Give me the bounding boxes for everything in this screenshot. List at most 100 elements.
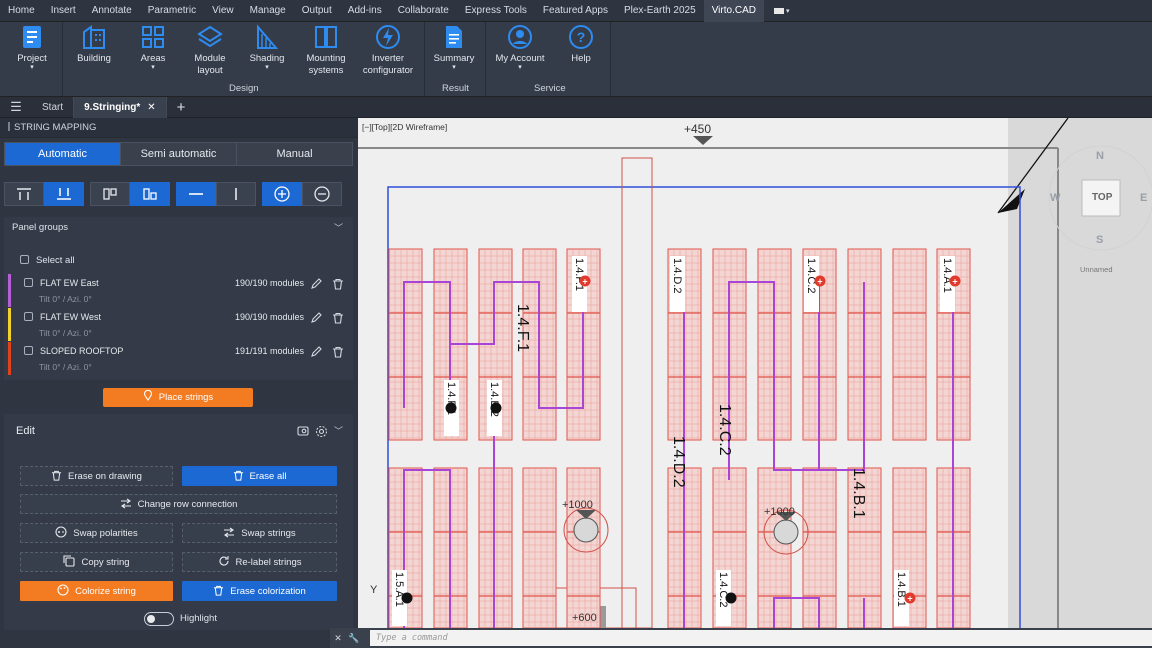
polarity-marker-icon[interactable]: +	[579, 275, 591, 287]
swap-strings-button[interactable]: Swap strings	[182, 523, 337, 543]
cad-viewport[interactable]: 1.4.F.1 1.4.F.1 1.4.F.1 1.4.E.2 1.4.D.2 1.4.D…	[358, 118, 1152, 628]
panel-groups-header[interactable]: Panel groups ﹀	[4, 217, 353, 239]
polarity-marker-icon[interactable]: +	[949, 275, 961, 287]
align-left-button[interactable]	[90, 182, 130, 206]
chevron-down-icon[interactable]: ﹀	[334, 414, 343, 448]
summary-button[interactable]: Summary ▾	[432, 24, 476, 71]
trash-icon[interactable]	[332, 345, 344, 363]
inverter-configurator-button[interactable]: Inverter configurator	[360, 24, 416, 77]
string-label[interactable]: 1.4.B.1	[850, 468, 867, 519]
language-flag-icon[interactable]: ▾	[773, 6, 796, 16]
erase-all-button[interactable]: Erase all	[182, 466, 337, 486]
menu-express-tools[interactable]: Express Tools	[457, 0, 535, 22]
areas-button[interactable]: Areas ▾	[136, 24, 170, 71]
relabel-strings-button[interactable]: Re-label strings	[182, 552, 337, 572]
align-top-button[interactable]	[4, 182, 44, 206]
string-label[interactable]: 1.4.F.1	[514, 304, 531, 352]
menu-virto-cad[interactable]: Virto.CAD	[703, 0, 764, 22]
vertical-button[interactable]	[216, 182, 256, 206]
menu-icon[interactable]: ☰	[0, 99, 32, 115]
pv-module-column[interactable]	[522, 467, 557, 628]
menu-insert[interactable]: Insert	[43, 0, 84, 22]
group-checkbox[interactable]	[24, 278, 33, 287]
select-all-row[interactable]: Select all	[20, 255, 75, 266]
wrench-icon[interactable]: 🔧	[346, 633, 362, 644]
ucs-label[interactable]: Unnamed	[1080, 265, 1113, 274]
horizontal-button[interactable]	[176, 182, 216, 206]
remove-button[interactable]	[302, 182, 342, 206]
shading-button[interactable]: Shading ▾	[248, 24, 286, 71]
gear-icon[interactable]	[315, 425, 328, 438]
viewcube-top[interactable]: TOP	[1092, 192, 1112, 203]
string-label[interactable]: 1.4.D.2	[670, 256, 685, 312]
string-label[interactable]: 1.4.D.2	[670, 436, 687, 488]
polarity-marker-icon[interactable]	[490, 402, 502, 414]
align-right-button[interactable]	[130, 182, 170, 206]
highlight-toggle[interactable]	[144, 612, 174, 626]
colorize-string-button[interactable]: Colorize string	[20, 581, 173, 601]
menu-parametric[interactable]: Parametric	[140, 0, 204, 22]
tab-start[interactable]: Start	[32, 96, 75, 118]
mounting-systems-button[interactable]: Mounting systems	[302, 24, 350, 77]
pv-module-column[interactable]	[478, 467, 513, 628]
trash-icon[interactable]	[332, 277, 344, 295]
command-input[interactable]: Type a command	[370, 630, 1152, 646]
string-label[interactable]: 1.4.C.2	[716, 404, 733, 456]
erase-colorization-button[interactable]: Erase colorization	[182, 581, 337, 601]
polarity-marker-icon[interactable]	[725, 592, 737, 604]
edit-icon[interactable]	[310, 345, 322, 363]
group-checkbox[interactable]	[24, 312, 33, 321]
edit-icon[interactable]	[310, 277, 322, 295]
select-all-checkbox[interactable]	[20, 255, 29, 264]
edit-icon[interactable]	[310, 311, 322, 329]
close-tab-icon[interactable]: ✕	[147, 102, 155, 113]
my-account-button[interactable]: My Account ▾	[492, 24, 548, 71]
project-button[interactable]: Project ▾	[14, 24, 50, 71]
compass-west[interactable]: W	[1050, 192, 1060, 204]
change-row-connection-button[interactable]: Change row connection	[20, 494, 337, 514]
group-design-label: Design	[229, 83, 259, 94]
group-checkbox[interactable]	[24, 346, 33, 355]
menu-manage[interactable]: Manage	[242, 0, 294, 22]
copy-string-button[interactable]: Copy string	[20, 552, 173, 572]
help-icon: ?	[569, 25, 593, 49]
add-button[interactable]	[262, 182, 302, 206]
module-layout-button[interactable]: Module layout	[190, 24, 230, 77]
viewport-label[interactable]: [−][Top][2D Wireframe]	[362, 122, 447, 132]
compass-north[interactable]: N	[1096, 150, 1104, 162]
pv-module-column[interactable]	[892, 248, 927, 441]
menu-add-ins[interactable]: Add-ins	[340, 0, 390, 22]
menu-annotate[interactable]: Annotate	[84, 0, 140, 22]
pv-module-column[interactable]	[566, 467, 601, 628]
camera-icon[interactable]	[297, 425, 309, 437]
compass-east[interactable]: E	[1140, 192, 1147, 204]
menu-view[interactable]: View	[204, 0, 242, 22]
polarity-marker-icon[interactable]	[401, 592, 413, 604]
menu-home[interactable]: Home	[0, 0, 43, 22]
compass-south[interactable]: S	[1096, 234, 1103, 246]
swap-polarities-button[interactable]: Swap polarities	[20, 523, 173, 543]
menu-output[interactable]: Output	[294, 0, 340, 22]
chevron-down-icon[interactable]: ﹀	[334, 217, 343, 239]
group-name-cell: SLOPED ROOFTOP	[24, 346, 123, 356]
menu-plex-earth-2025[interactable]: Plex-Earth 2025	[616, 0, 704, 22]
mode-automatic[interactable]: Automatic	[5, 143, 121, 165]
polarity-marker-icon[interactable]: +	[814, 275, 826, 287]
pv-module-column[interactable]	[388, 248, 423, 441]
help-button[interactable]: ? Help	[564, 24, 598, 65]
new-tab-button[interactable]: +	[167, 99, 196, 116]
place-strings-button[interactable]: Place strings	[103, 388, 253, 407]
menu-featured-apps[interactable]: Featured Apps	[535, 0, 616, 22]
trash-icon[interactable]	[332, 311, 344, 329]
mode-semi-automatic[interactable]: Semi automatic	[121, 143, 237, 165]
polarity-marker-icon[interactable]: +	[904, 592, 916, 604]
close-icon[interactable]: ✕	[330, 633, 346, 644]
mode-manual[interactable]: Manual	[237, 143, 352, 165]
menu-collaborate[interactable]: Collaborate	[390, 0, 457, 22]
align-bottom-button[interactable]	[44, 182, 84, 206]
erase-on-drawing-button[interactable]: Erase on drawing	[20, 466, 173, 486]
tab-current[interactable]: 9.Stringing* ✕	[74, 96, 167, 118]
drawing-canvas[interactable]: 1.4.F.11.4.F.11.4.F.1 1.4.E.21.4.D.21.4.D…	[358, 118, 1152, 628]
polarity-marker-icon[interactable]	[445, 402, 457, 414]
building-button[interactable]: Building	[74, 24, 114, 65]
